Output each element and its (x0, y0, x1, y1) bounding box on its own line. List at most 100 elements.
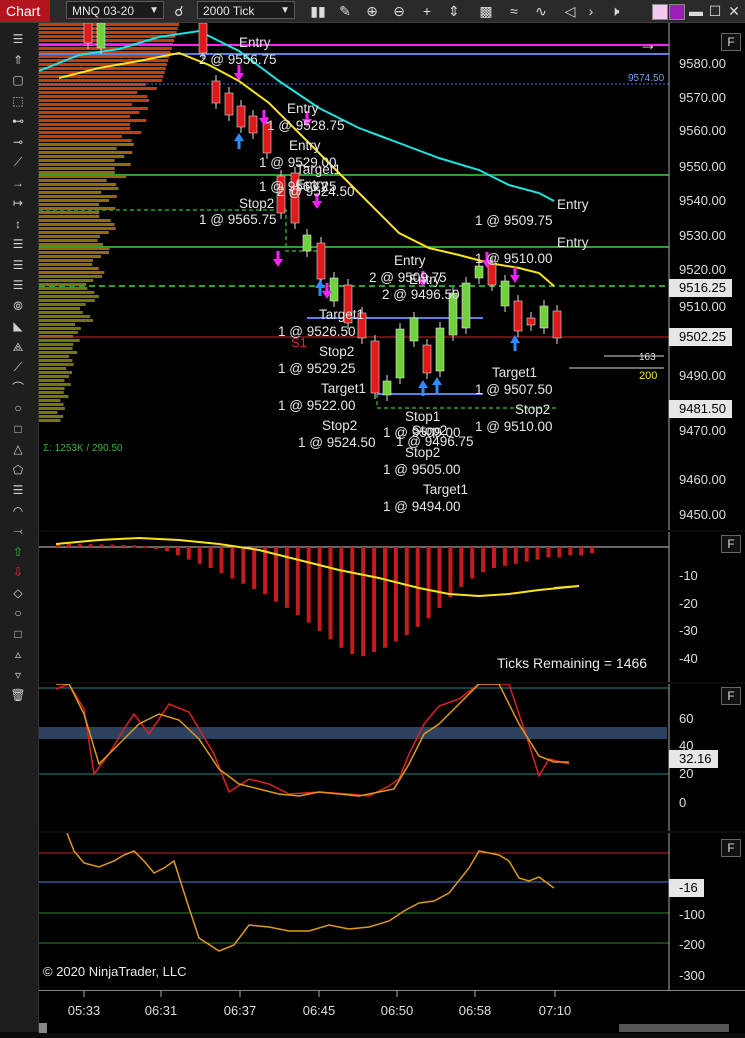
zoom-out-icon[interactable]: ⊖ (389, 1, 409, 21)
cci-panel[interactable]: -100 -200 -300 © 2020 NinjaTrader, LLC F… (39, 832, 745, 990)
histogram-bar (328, 547, 333, 640)
ray-icon[interactable]: → (9, 175, 27, 191)
cci-value-tag: -16 (669, 879, 704, 897)
color-swatch-pink[interactable] (652, 4, 668, 20)
andrew-icon[interactable]: ⟁ (9, 339, 27, 355)
path-icon[interactable]: ⤙ (9, 523, 27, 539)
color-swatch-purple[interactable] (669, 4, 685, 20)
zoom-in-icon[interactable]: ⊕ (362, 1, 382, 21)
triangle-icon[interactable]: △ (9, 441, 27, 457)
bar-style-icon[interactable]: ▮▮ (308, 1, 328, 21)
histogram-bar (524, 547, 529, 562)
instrument-selector[interactable]: MNQ 03-20 ▼ (66, 1, 164, 19)
polygon-icon[interactable]: ⬠ (9, 462, 27, 478)
candle-body (370, 340, 380, 394)
line-icon[interactable]: ⊸ (9, 134, 27, 150)
panel-f-button[interactable]: F (721, 535, 741, 553)
volume-bar (39, 415, 64, 418)
fib-circle-icon[interactable]: ⦾ (9, 298, 27, 314)
triangle-down-icon[interactable]: ▿ (9, 667, 27, 683)
oscillator-panel[interactable]: -10 -20 -30 -40 Ticks Remaining = 1466 F (39, 532, 745, 682)
arc2-icon[interactable]: ◠ (9, 503, 27, 519)
histogram-bar (121, 545, 126, 547)
scroll-arrow-icon[interactable]: → (639, 34, 657, 54)
bars-icon[interactable]: ☰ (9, 31, 27, 47)
volume-bar (39, 371, 73, 374)
fib-time-icon[interactable]: ☰ (9, 277, 27, 293)
minimize-icon[interactable]: ▬ (688, 1, 704, 21)
volume-bar (39, 143, 134, 146)
crosshair-icon[interactable]: + (417, 1, 437, 21)
more-icon[interactable]: › (584, 1, 598, 21)
ellipse-icon[interactable]: ○ (9, 400, 27, 416)
rect-icon[interactable]: □ (9, 421, 27, 437)
price-chart[interactable]: Entry 2 @ 9556.75 Entry 1 @ 9528.75 Entry 1 @… (38, 17, 745, 530)
trash-icon[interactable]: 🗑 (9, 687, 27, 703)
arc-icon[interactable]: ⌒ (9, 380, 27, 396)
volume-bar (39, 115, 131, 118)
strategy-icon[interactable]: ▩ (476, 1, 496, 21)
stochastic-chart[interactable]: 60 40 20 0 (39, 683, 745, 831)
circle-icon[interactable]: ○ (9, 605, 27, 621)
arrow-up-icon[interactable]: ⇑ (9, 52, 27, 68)
interval-selector[interactable]: 2000 Tick ▼ (197, 1, 295, 19)
panel-f-button[interactable]: F (721, 839, 741, 857)
candle-body (316, 242, 326, 280)
cci-chart[interactable]: -100 -200 -300 © 2020 NinjaTrader, LLC (39, 832, 745, 990)
fib-icon[interactable]: ☰ (9, 236, 27, 252)
price-panel[interactable]: Entry 2 @ 9556.75 Entry 1 @ 9528.75 Entry 1 @… (38, 17, 745, 530)
candle-body (382, 380, 392, 396)
ext-line-icon[interactable]: ↦ (9, 195, 27, 211)
volume-bar (39, 315, 91, 318)
trade-label: 1 @ 9565.75 (199, 212, 277, 227)
price-tick: 9580.00 (679, 56, 726, 71)
triangle-up-icon[interactable]: ▵ (9, 646, 27, 662)
close-icon[interactable]: ✕ (726, 1, 742, 21)
search-icon[interactable]: ☌ (169, 1, 189, 21)
volume-icon[interactable]: 🕨 (605, 1, 625, 21)
arrow-up-green-icon[interactable]: ⇧ (9, 544, 27, 560)
maximize-icon[interactable]: ☐ (707, 1, 723, 21)
ruler-icon[interactable]: ☰ (9, 482, 27, 498)
trade-label: 1 @ 9522.00 (278, 398, 356, 413)
vert-line-icon[interactable]: ↕ (9, 216, 27, 232)
price-tick: 9470.00 (679, 423, 726, 438)
draw-icon[interactable]: ✎ (335, 1, 355, 21)
line-icon[interactable]: ⊷ (9, 113, 27, 129)
arrow-down-red-icon[interactable]: ⇩ (9, 564, 27, 580)
volume-bar (39, 419, 61, 422)
volume-bar (39, 351, 78, 354)
regression-icon[interactable]: ⟋ (9, 359, 27, 375)
gann-icon[interactable]: ◣ (9, 318, 27, 334)
chevron-left-icon[interactable]: ◁ (560, 1, 580, 21)
buy-arrow-icon (418, 380, 428, 388)
indicator-icon[interactable]: ≈ (504, 1, 524, 21)
square-icon[interactable]: □ (9, 626, 27, 642)
panel-f-button[interactable]: F (721, 33, 741, 51)
up-down-icon[interactable]: ⇕ (444, 1, 464, 21)
osc-tick: -30 (679, 623, 698, 638)
scrollbar-thumb[interactable] (619, 1024, 729, 1032)
trade-label: 2 @ 9556.75 (199, 52, 277, 67)
volume-bar (39, 71, 165, 74)
diag-line-icon[interactable]: ⟋ (9, 154, 27, 170)
panel-f-button[interactable]: F (721, 687, 741, 705)
oscillator-chart[interactable]: -10 -20 -30 -40 Ticks Remaining = 1466 (39, 532, 745, 682)
trade-label: 2 @ 9524.50 (277, 184, 355, 199)
copyright-label: © 2020 NinjaTrader, LLC (43, 964, 187, 979)
histogram-bar (372, 547, 377, 652)
chart-tab[interactable]: Chart (0, 0, 50, 22)
dash-box-icon[interactable]: ⬚ (9, 93, 27, 109)
time-axis[interactable]: 05:33 06:31 06:37 06:45 06:50 06:58 07:10 (39, 990, 745, 1033)
price-tick: 9460.00 (679, 472, 726, 487)
volume-bar (39, 263, 93, 266)
diamond-icon[interactable]: ◇ (9, 585, 27, 601)
time-tick: 06:50 (381, 1003, 414, 1018)
volume-bar (39, 291, 95, 294)
volume-bar (39, 239, 98, 242)
fib-ext-icon[interactable]: ☰ (9, 257, 27, 273)
properties-icon[interactable]: ∿ (531, 1, 551, 21)
box-icon[interactable]: ▢ (9, 72, 27, 88)
stochastic-panel[interactable]: 60 40 20 0 F 32.16 (39, 683, 745, 831)
volume-bar (39, 219, 111, 222)
